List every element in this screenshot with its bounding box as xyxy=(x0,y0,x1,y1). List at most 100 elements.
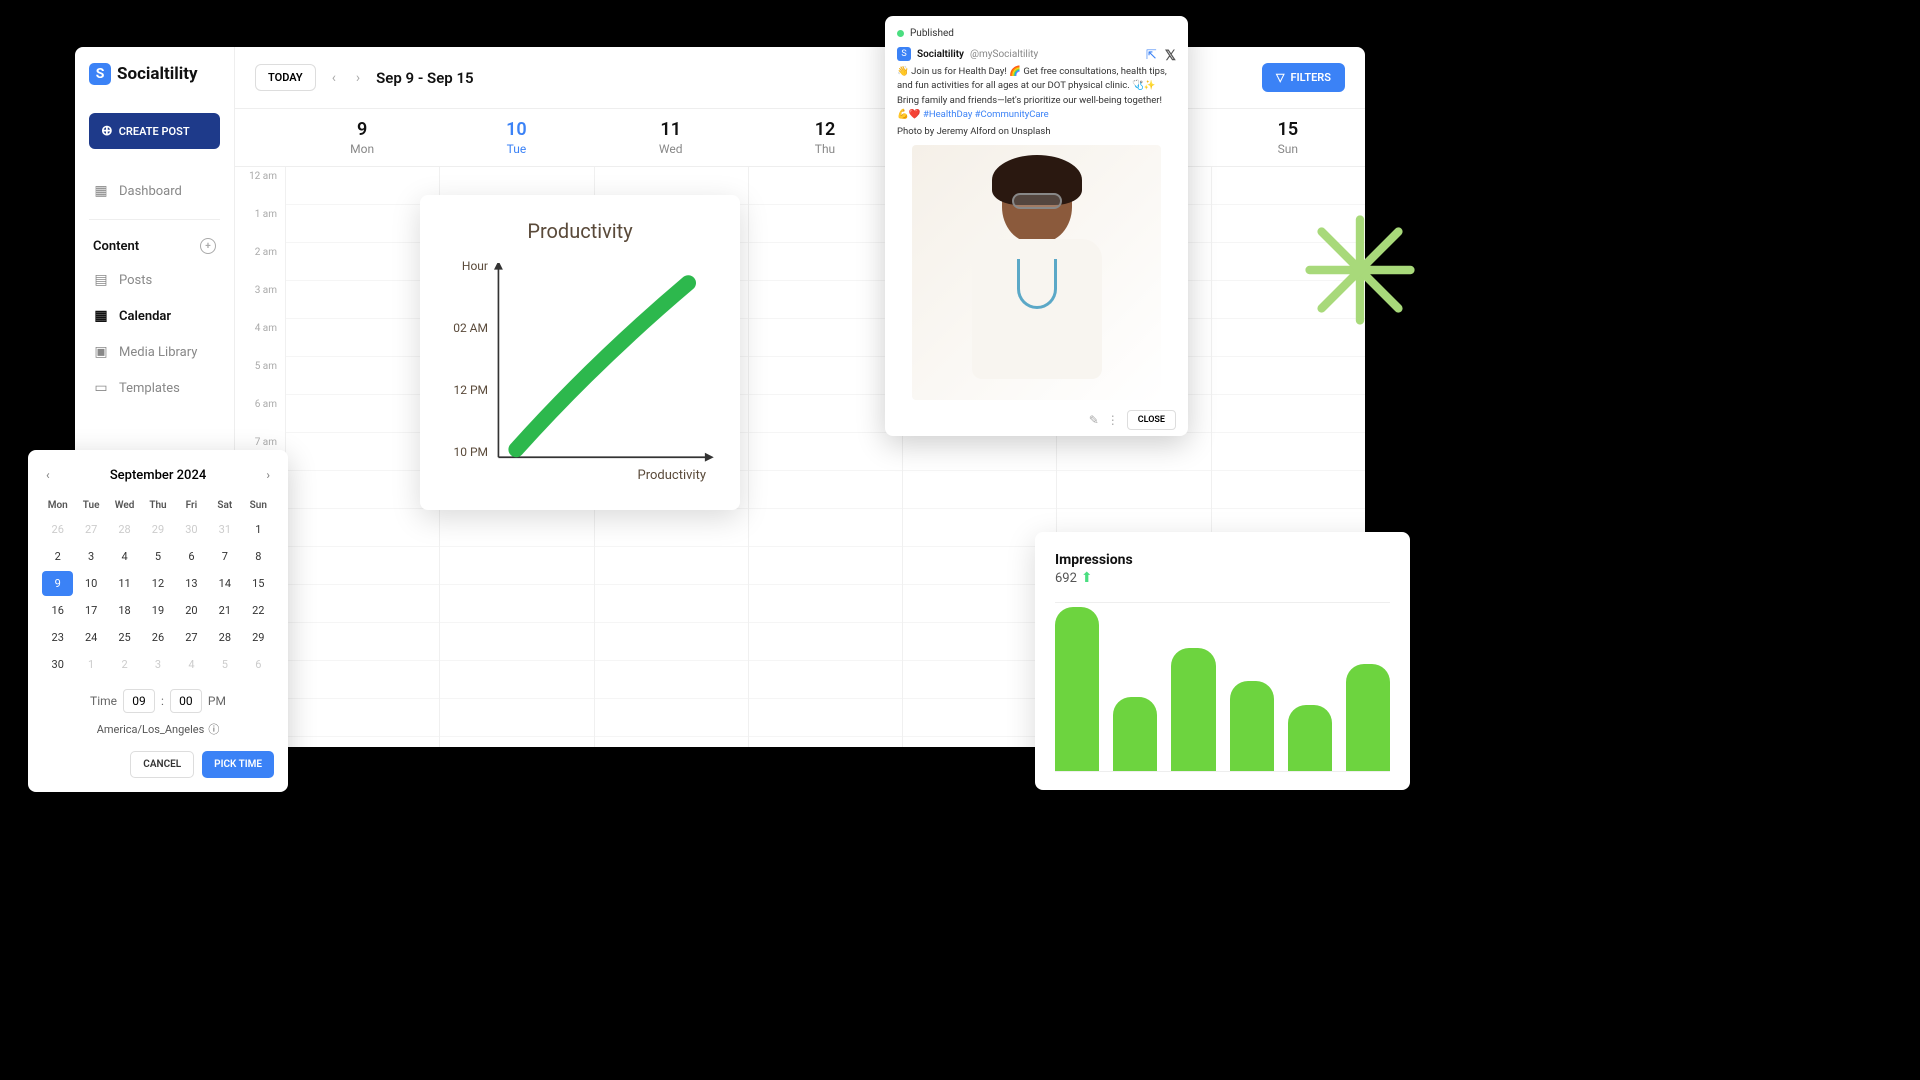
hour-input[interactable] xyxy=(123,689,155,713)
minute-input[interactable] xyxy=(170,689,202,713)
logo-icon: S xyxy=(89,63,111,85)
day-cell[interactable]: 26 xyxy=(42,517,73,542)
prev-month-button[interactable]: ‹ xyxy=(42,464,54,486)
time-label: 3 am xyxy=(235,281,285,319)
day-header[interactable]: 12Thu xyxy=(748,109,902,166)
media-icon: ▣ xyxy=(93,344,109,360)
status-dot-icon xyxy=(897,30,904,37)
day-cell[interactable]: 11 xyxy=(109,571,140,596)
day-cell[interactable]: 4 xyxy=(176,652,207,677)
ytick-label: 12 PM xyxy=(444,383,488,397)
more-icon[interactable]: ⋮ xyxy=(1107,413,1119,427)
day-cell[interactable]: 9 xyxy=(42,571,73,596)
calendar-grid-small: MonTueWedThuFriSatSun2627282930311234567… xyxy=(42,496,274,677)
day-header[interactable]: 9Mon xyxy=(285,109,439,166)
dow-label: Fri xyxy=(176,496,207,515)
nav-dashboard[interactable]: ▦ Dashboard xyxy=(89,173,220,209)
day-cell[interactable]: 7 xyxy=(209,544,240,569)
day-cell[interactable]: 15 xyxy=(243,571,274,596)
prev-week-button[interactable]: ‹ xyxy=(328,66,340,90)
day-cell[interactable]: 30 xyxy=(42,652,73,677)
day-cell[interactable]: 13 xyxy=(176,571,207,596)
day-cell[interactable]: 3 xyxy=(75,544,106,569)
day-cell[interactable]: 17 xyxy=(75,598,106,623)
ampm-label[interactable]: PM xyxy=(208,694,226,708)
dow-label: Tue xyxy=(75,496,106,515)
bar xyxy=(1230,681,1274,771)
bar xyxy=(1171,648,1215,771)
dow-label: Sun xyxy=(243,496,274,515)
post-image xyxy=(912,145,1161,400)
day-cell[interactable]: 30 xyxy=(176,517,207,542)
day-cell[interactable]: 12 xyxy=(142,571,173,596)
bar xyxy=(1113,697,1157,771)
day-header[interactable]: 10Tue xyxy=(439,109,593,166)
open-external-icon[interactable]: ⇱ xyxy=(1146,48,1157,64)
post-account: S Socialtility @mySocialtility xyxy=(897,47,1176,61)
day-cell[interactable]: 28 xyxy=(209,625,240,650)
day-cell[interactable]: 2 xyxy=(42,544,73,569)
day-cell[interactable]: 18 xyxy=(109,598,140,623)
day-cell[interactable]: 27 xyxy=(75,517,106,542)
day-cell[interactable]: 1 xyxy=(75,652,106,677)
nav-posts[interactable]: ▤Posts xyxy=(89,262,220,298)
day-cell[interactable]: 29 xyxy=(142,517,173,542)
day-cell[interactable]: 5 xyxy=(142,544,173,569)
day-cell[interactable]: 28 xyxy=(109,517,140,542)
time-label: 12 am xyxy=(235,167,285,205)
day-cell[interactable]: 26 xyxy=(142,625,173,650)
time-label: 2 am xyxy=(235,243,285,281)
day-cell[interactable]: 4 xyxy=(109,544,140,569)
dow-label: Thu xyxy=(142,496,173,515)
next-week-button[interactable]: › xyxy=(352,66,364,90)
filters-button[interactable]: ▽ FILTERS xyxy=(1262,63,1345,92)
close-button[interactable]: CLOSE xyxy=(1127,410,1176,430)
day-cell[interactable]: 24 xyxy=(75,625,106,650)
productivity-card: Productivity Hour02 AM12 PM10 PM Product… xyxy=(420,195,740,510)
day-cell[interactable]: 27 xyxy=(176,625,207,650)
date-picker: ‹ September 2024 › MonTueWedThuFriSatSun… xyxy=(28,450,288,792)
today-button[interactable]: TODAY xyxy=(255,64,316,91)
next-month-button[interactable]: › xyxy=(262,464,274,486)
date-range: Sep 9 - Sep 15 xyxy=(376,69,473,87)
day-cell[interactable]: 6 xyxy=(176,544,207,569)
timezone-label[interactable]: America/Los_Angeles ⓘ xyxy=(42,721,274,737)
day-cell[interactable]: 10 xyxy=(75,571,106,596)
nav-templates[interactable]: ▭Templates xyxy=(89,370,220,406)
day-cell[interactable]: 22 xyxy=(243,598,274,623)
info-icon: ⓘ xyxy=(208,721,219,737)
day-cell[interactable]: 25 xyxy=(109,625,140,650)
add-content-icon[interactable]: + xyxy=(200,238,216,254)
day-cell[interactable]: 6 xyxy=(243,652,274,677)
day-cell[interactable]: 16 xyxy=(42,598,73,623)
trend-up-icon: ⬆ xyxy=(1081,570,1093,586)
day-cell[interactable]: 21 xyxy=(209,598,240,623)
nav-media-library[interactable]: ▣Media Library xyxy=(89,334,220,370)
templates-icon: ▭ xyxy=(93,380,109,396)
dow-label: Mon xyxy=(42,496,73,515)
impressions-title: Impressions xyxy=(1055,552,1390,568)
day-cell[interactable]: 14 xyxy=(209,571,240,596)
day-cell[interactable]: 31 xyxy=(209,517,240,542)
time-picker: Time : PM xyxy=(42,689,274,713)
day-header[interactable]: 11Wed xyxy=(594,109,748,166)
day-cell[interactable]: 2 xyxy=(109,652,140,677)
day-cell[interactable]: 20 xyxy=(176,598,207,623)
day-header[interactable]: 15Sun xyxy=(1211,109,1365,166)
pick-time-button[interactable]: PICK TIME xyxy=(202,751,274,778)
post-footer: ✎ ⋮ CLOSE xyxy=(897,410,1176,430)
day-cell[interactable]: 5 xyxy=(209,652,240,677)
edit-icon[interactable]: ✎ xyxy=(1089,413,1099,427)
divider xyxy=(89,219,220,220)
create-post-button[interactable]: CREATE POST xyxy=(89,113,220,149)
day-cell[interactable]: 8 xyxy=(243,544,274,569)
nav-calendar[interactable]: ▦Calendar xyxy=(89,298,220,334)
day-cell[interactable]: 23 xyxy=(42,625,73,650)
day-cell[interactable]: 29 xyxy=(243,625,274,650)
time-label: 6 am xyxy=(235,395,285,433)
cancel-button[interactable]: CANCEL xyxy=(130,751,194,778)
day-cell[interactable]: 19 xyxy=(142,598,173,623)
day-cell[interactable]: 1 xyxy=(243,517,274,542)
bar xyxy=(1346,664,1390,771)
day-cell[interactable]: 3 xyxy=(142,652,173,677)
